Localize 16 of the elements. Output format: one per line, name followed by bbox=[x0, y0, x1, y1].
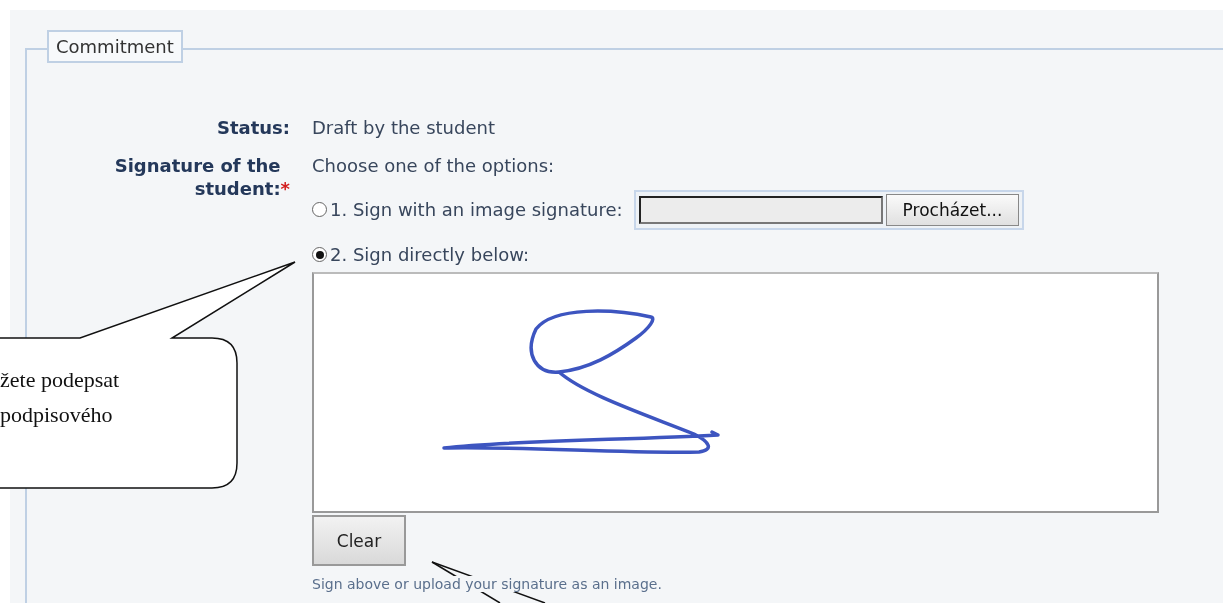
help-text: Sign above or upload your signature as an image. bbox=[312, 576, 662, 592]
signature-pad[interactable] bbox=[312, 272, 1159, 513]
fieldset-legend: Commitment bbox=[47, 30, 183, 63]
field-value: Draft by the student bbox=[312, 117, 495, 138]
file-path-field[interactable] bbox=[638, 195, 883, 224]
field-label: Signature of the student: bbox=[113, 154, 281, 200]
clear-button[interactable]: Clear bbox=[312, 515, 406, 566]
options-prompt: Choose one of the options: bbox=[312, 154, 555, 177]
field-label: Status: bbox=[216, 116, 290, 139]
callout-text: žete podepsat podpisového bbox=[0, 366, 120, 429]
radio-button[interactable] bbox=[312, 202, 327, 217]
option-label: 2. Sign directly below: bbox=[330, 243, 530, 266]
radio-button[interactable] bbox=[312, 247, 327, 262]
required-mark: * bbox=[280, 177, 290, 200]
browse-button[interactable]: Procházet... bbox=[885, 193, 1020, 226]
option-label: 1. Sign with an image signature: bbox=[330, 198, 623, 221]
